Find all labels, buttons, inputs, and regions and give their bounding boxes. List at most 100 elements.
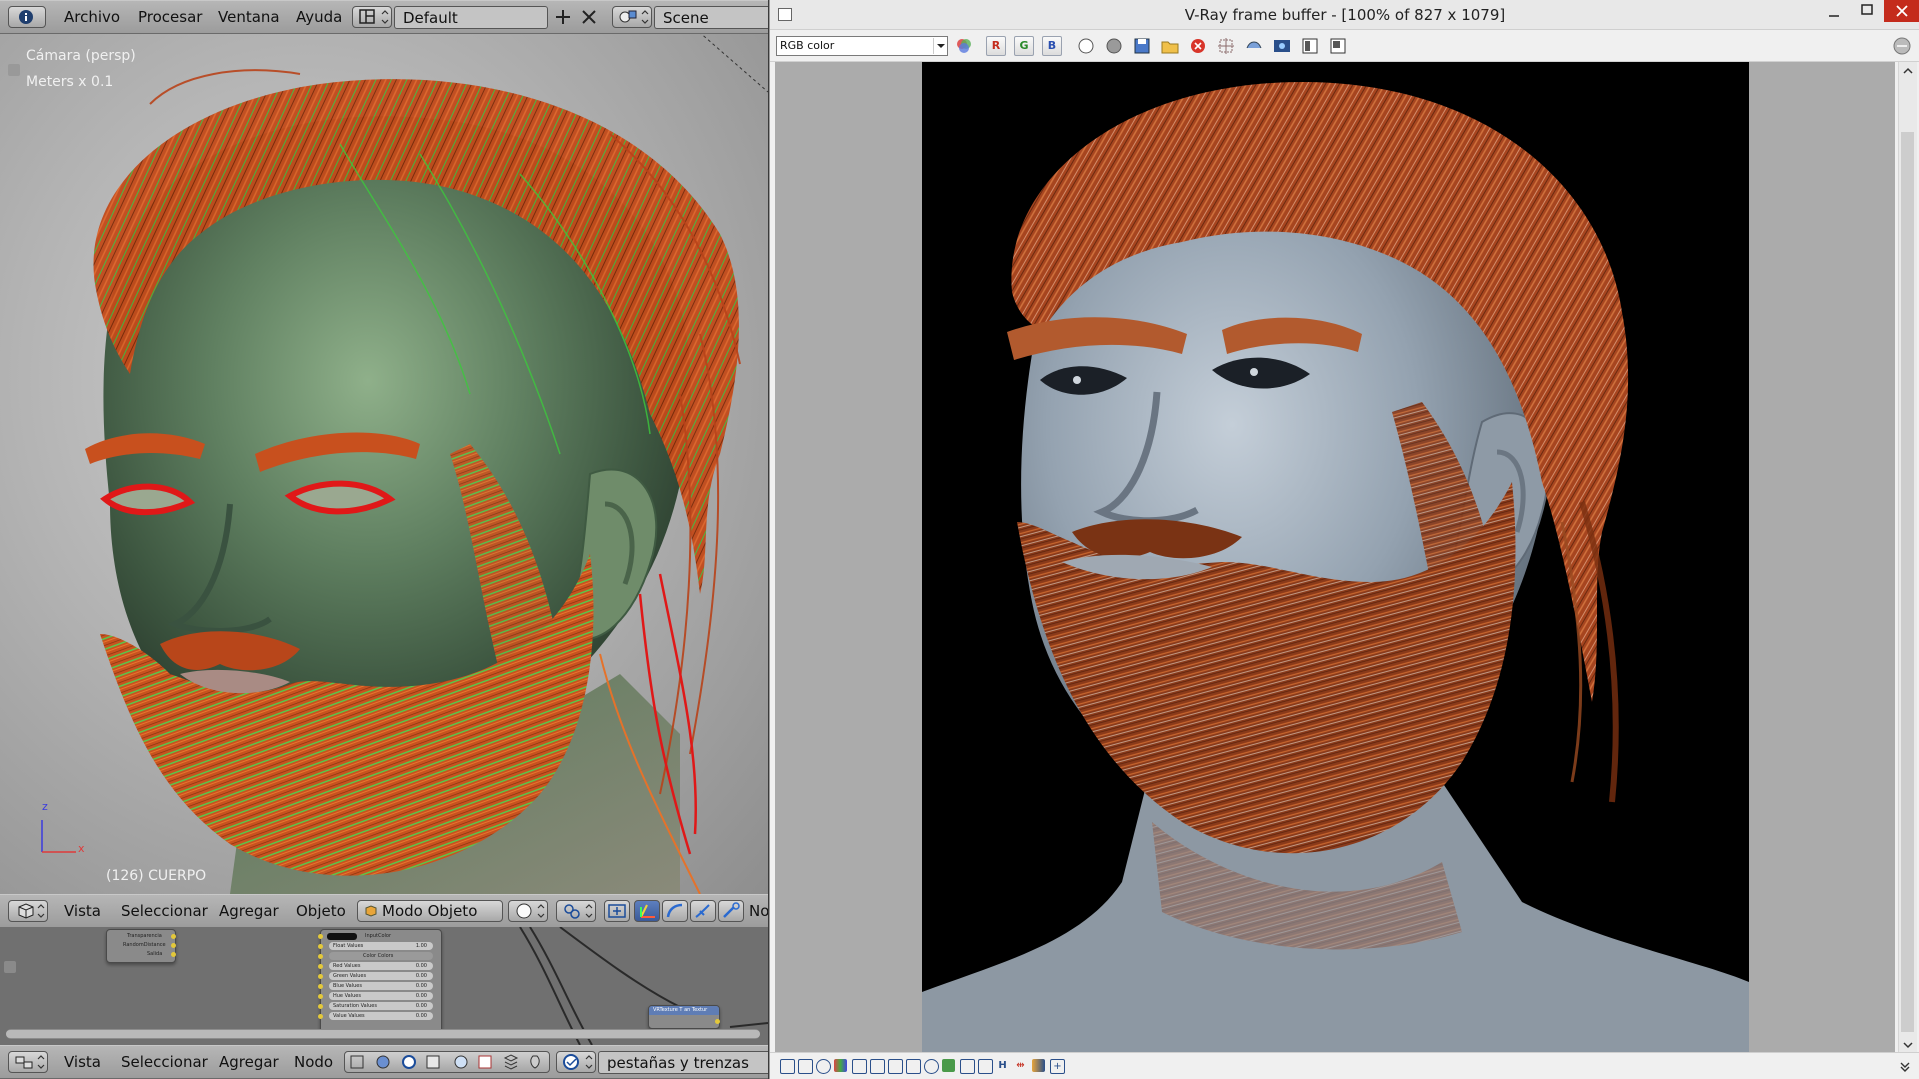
node-field[interactable]: Saturation Values 0.00 — [329, 1002, 433, 1010]
rotate-manipulator-button[interactable] — [662, 900, 688, 922]
render-icon[interactable] — [1272, 36, 1292, 56]
scroll-up-arrow-icon[interactable] — [1902, 64, 1914, 80]
status-bars-icon[interactable] — [1032, 1059, 1045, 1072]
node-editor[interactable]: Transparencia RandomDistance Salida Inpu… — [0, 927, 768, 1045]
status-histogram-icon[interactable] — [888, 1059, 903, 1074]
scene-field[interactable]: Scene — [654, 6, 768, 29]
region-icon[interactable] — [1216, 36, 1236, 56]
channel-select[interactable]: RGB color — [776, 36, 948, 56]
material-name-field[interactable]: pestañas y trenzas — [598, 1051, 768, 1074]
node-socket[interactable] — [318, 1004, 323, 1009]
vray-scrollbar-thumb[interactable] — [1901, 132, 1914, 1032]
node-socket[interactable] — [171, 952, 176, 957]
view3d-menu-objeto[interactable]: Objeto — [296, 902, 346, 920]
node-field[interactable]: Color Colors — [329, 952, 433, 960]
node-field[interactable]: Green Values 0.00 — [329, 972, 433, 980]
status-green-icon[interactable] — [942, 1059, 955, 1072]
save-icon[interactable] — [1132, 36, 1152, 56]
node-field[interactable]: Blue Values 0.00 — [329, 982, 433, 990]
view3d-truncated-label[interactable]: No — [749, 902, 768, 920]
vray-vertical-scrollbar[interactable] — [1898, 62, 1917, 1052]
node-editor-type-button[interactable] — [8, 1051, 48, 1073]
status-gear-icon[interactable] — [924, 1059, 939, 1074]
translate-manipulator-button[interactable] — [634, 900, 660, 922]
node-menu-agregar[interactable]: Agregar — [219, 1053, 279, 1071]
mode-select[interactable]: Modo Objeto — [357, 900, 503, 922]
editor-type-button[interactable] — [8, 6, 46, 28]
node-socket[interactable] — [171, 943, 176, 948]
menu-procesar[interactable]: Procesar — [138, 8, 202, 26]
node-socket[interactable] — [318, 954, 323, 959]
status-srgb-icon[interactable] — [960, 1059, 975, 1074]
manipulator-toggle-button[interactable] — [604, 900, 630, 922]
node-editor-scrollbar[interactable] — [6, 1029, 760, 1039]
status-h-icon[interactable]: H — [996, 1059, 1009, 1072]
pivot-point-button[interactable] — [556, 900, 596, 922]
node-socket[interactable] — [318, 964, 323, 969]
vray-render-canvas[interactable] — [775, 62, 1895, 1052]
node-menu-seleccionar[interactable]: Seleccionar — [121, 1053, 208, 1071]
view3d-editor-type-button[interactable] — [8, 900, 48, 922]
node-field[interactable]: Value Values 0.00 — [329, 1012, 433, 1020]
scene-browse-button[interactable] — [612, 6, 652, 28]
viewport-shading-button[interactable] — [508, 900, 548, 922]
node-socket[interactable] — [318, 1014, 323, 1019]
node-left[interactable]: Transparencia RandomDistance Salida — [106, 929, 176, 963]
compare-icon[interactable] — [1300, 36, 1320, 56]
node-field[interactable]: Float Values 1.00 — [329, 942, 433, 950]
clear-icon[interactable] — [1188, 36, 1208, 56]
channel-color-icon[interactable] — [954, 36, 974, 56]
node-menu-nodo[interactable]: Nodo — [294, 1053, 333, 1071]
delete-screen-icon[interactable] — [580, 8, 598, 30]
blue-channel-icon[interactable]: B — [1042, 36, 1062, 56]
node-socket[interactable] — [318, 994, 323, 999]
material-browse-button[interactable] — [556, 1051, 596, 1073]
node-menu-vista[interactable]: Vista — [64, 1053, 101, 1071]
node-socket[interactable] — [715, 1019, 720, 1024]
red-channel-icon[interactable]: R — [986, 36, 1006, 56]
node-socket[interactable] — [171, 934, 176, 939]
menu-ayuda[interactable]: Ayuda — [296, 8, 342, 26]
status-lut-icon[interactable] — [870, 1059, 885, 1074]
node-toolshelf-toggle-icon[interactable] — [4, 961, 16, 973]
gray-circle-icon[interactable] — [1104, 36, 1124, 56]
screen-layout-button[interactable] — [352, 6, 392, 28]
track-mouse-icon[interactable] — [1244, 36, 1264, 56]
node-socket[interactable] — [318, 984, 323, 989]
status-color-icon[interactable] — [834, 1059, 847, 1072]
maximize-icon[interactable] — [1852, 0, 1882, 24]
status-compare-icon[interactable]: ⇹ — [1014, 1059, 1027, 1072]
node-vrtexture[interactable]: VRTexture T an Textur — [648, 1005, 720, 1029]
node-socket[interactable] — [318, 944, 323, 949]
add-screen-icon[interactable] — [554, 8, 572, 30]
green-channel-icon[interactable]: G — [1014, 36, 1034, 56]
menu-archivo[interactable]: Archivo — [64, 8, 120, 26]
status-list-icon[interactable] — [780, 1059, 795, 1074]
screen-layout-field[interactable]: Default — [394, 6, 548, 29]
toolshelf-toggle-icon[interactable] — [8, 64, 20, 76]
open-folder-icon[interactable] — [1160, 36, 1180, 56]
status-info-icon[interactable] — [816, 1059, 831, 1074]
3d-viewport[interactable]: Cámara (persp) Meters x 0.1 (126) CUERPO… — [0, 34, 768, 894]
close-window-icon[interactable] — [1884, 0, 1919, 22]
menu-ventana[interactable]: Ventana — [218, 8, 280, 26]
minimize-icon[interactable] — [1822, 3, 1846, 27]
node-editor-scrollbar-thumb[interactable] — [6, 1030, 760, 1038]
node-socket[interactable] — [318, 974, 323, 979]
status-scroll-down-icon[interactable] — [1898, 1059, 1912, 1077]
channel-dropdown-arrow-icon[interactable] — [933, 38, 948, 54]
white-circle-icon[interactable] — [1076, 36, 1096, 56]
scale-manipulator-button[interactable] — [690, 900, 716, 922]
node-color-values[interactable]: InputColor Float Values 1.00 Color Colors… — [318, 929, 442, 1035]
node-color-swatch[interactable] — [327, 933, 357, 940]
status-curve-icon[interactable] — [906, 1059, 921, 1074]
history-icon[interactable] — [1328, 36, 1348, 56]
view3d-menu-vista[interactable]: Vista — [64, 902, 101, 920]
status-levels-icon[interactable] — [852, 1059, 867, 1074]
view3d-menu-agregar[interactable]: Agregar — [219, 902, 279, 920]
vray-settings-icon[interactable] — [1892, 36, 1912, 56]
status-extra-icon[interactable]: + — [1050, 1059, 1065, 1074]
node-socket[interactable] — [318, 934, 323, 939]
view3d-menu-seleccionar[interactable]: Seleccionar — [121, 902, 208, 920]
transform-orientation-button[interactable] — [718, 900, 744, 922]
